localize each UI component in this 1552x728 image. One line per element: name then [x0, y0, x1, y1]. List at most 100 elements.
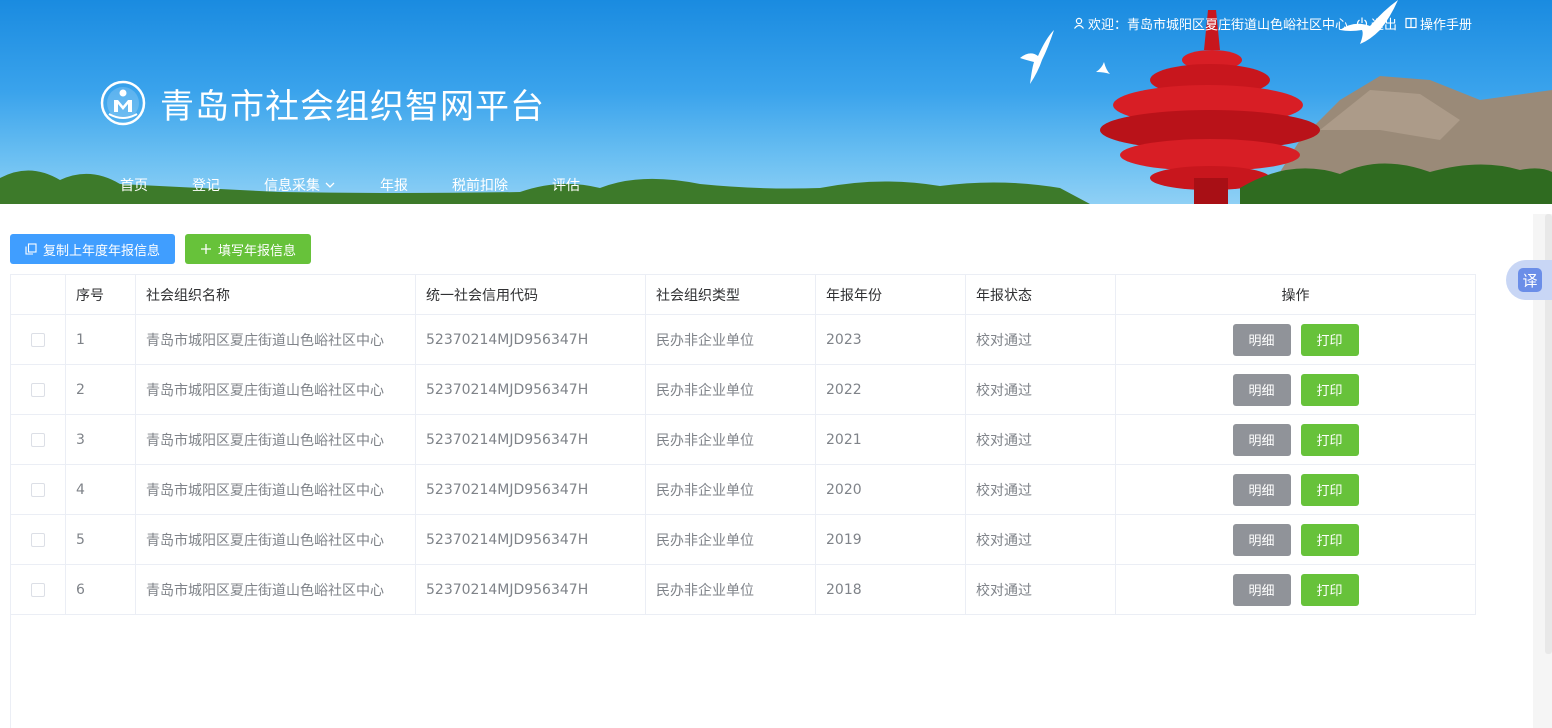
print-button[interactable]: 打印	[1300, 473, 1359, 506]
index-cell: 4	[65, 464, 136, 515]
table-row: 2 青岛市城阳区夏庄街道山色峪社区中心 52370214MJD956347H 民…	[10, 364, 1476, 415]
org-name-cell: 青岛市城阳区夏庄街道山色峪社区中心	[135, 364, 416, 415]
copy-last-year-button[interactable]: 复制上年度年报信息	[10, 234, 176, 264]
actions-cell: 明细 打印	[1115, 464, 1476, 515]
nav-item-register[interactable]: 登记	[180, 175, 232, 195]
actions-cell: 明细 打印	[1115, 314, 1476, 365]
checkbox-cell	[10, 514, 66, 565]
seagull-decoration	[1020, 30, 1054, 84]
index-cell: 5	[65, 514, 136, 565]
row-checkbox[interactable]	[31, 482, 45, 497]
checkbox-cell	[10, 564, 66, 615]
row-checkbox[interactable]	[31, 332, 45, 347]
nav-item-home[interactable]: 首页	[108, 175, 160, 195]
column-header: 社会组织名称	[135, 274, 416, 315]
table-row: 5 青岛市城阳区夏庄街道山色峪社区中心 52370214MJD956347H 民…	[10, 514, 1476, 565]
org-type-cell: 民办非企业单位	[645, 564, 816, 615]
report-year-cell: 2020	[815, 464, 966, 515]
logout-link[interactable]: 退出	[1356, 14, 1397, 33]
main-nav: 首页 登记 信息采集 年报 税前扣除 评估	[0, 166, 1552, 204]
panel-border	[10, 614, 11, 728]
report-status-cell: 校对通过	[965, 364, 1116, 415]
chevron-down-icon	[325, 182, 335, 188]
report-year-cell: 2022	[815, 364, 966, 415]
print-button[interactable]: 打印	[1300, 523, 1359, 556]
checkbox-cell	[10, 364, 66, 415]
user-icon	[1073, 17, 1084, 29]
translate-widget[interactable]: 译	[1506, 260, 1552, 300]
column-header: 序号	[65, 274, 136, 315]
nav-item-info-collect[interactable]: 信息采集	[252, 175, 348, 195]
org-type-cell: 民办非企业单位	[645, 464, 816, 515]
print-button[interactable]: 打印	[1300, 573, 1359, 606]
welcome-item: 欢迎：青岛市城阳区夏庄街道山色峪社区中心	[1073, 14, 1348, 33]
report-status-cell: 校对通过	[965, 514, 1116, 565]
nav-label: 登记	[192, 178, 220, 194]
print-button[interactable]: 打印	[1300, 323, 1359, 356]
copy-icon	[25, 243, 37, 255]
copy-label: 复制上年度年报信息	[43, 243, 161, 259]
column-header: 操作	[1115, 274, 1476, 315]
credit-code-cell: 52370214MJD956347H	[415, 314, 646, 365]
credit-code-cell: 52370214MJD956347H	[415, 464, 646, 515]
report-year-cell: 2019	[815, 514, 966, 565]
index-cell: 6	[65, 564, 136, 615]
org-name-cell: 青岛市城阳区夏庄街道山色峪社区中心	[135, 414, 416, 465]
brand: 青岛市社会组织智网平台	[100, 78, 545, 128]
org-type-cell: 民办非企业单位	[645, 414, 816, 465]
report-status-cell: 校对通过	[965, 314, 1116, 365]
detail-button[interactable]: 明细	[1232, 373, 1291, 406]
credit-code-cell: 52370214MJD956347H	[415, 564, 646, 615]
nav-item-tax-deduction[interactable]: 税前扣除	[440, 175, 520, 195]
checkbox-cell	[10, 464, 66, 515]
page-header: 欢迎：青岛市城阳区夏庄街道山色峪社区中心 退出 操作手册 青岛市社会组织智网平台…	[0, 0, 1552, 204]
user-bar: 欢迎：青岛市城阳区夏庄街道山色峪社区中心 退出 操作手册	[1073, 14, 1472, 33]
toolbar: 复制上年度年报信息 填写年报信息	[10, 234, 312, 264]
actions-cell: 明细 打印	[1115, 514, 1476, 565]
org-name-cell: 青岛市城阳区夏庄街道山色峪社区中心	[135, 314, 416, 365]
header-checkbox-cell	[10, 274, 66, 315]
print-button[interactable]: 打印	[1300, 373, 1359, 406]
detail-button[interactable]: 明细	[1232, 423, 1291, 456]
index-cell: 1	[65, 314, 136, 365]
detail-button[interactable]: 明细	[1232, 523, 1291, 556]
nav-label: 年报	[380, 178, 408, 194]
org-name-cell: 青岛市城阳区夏庄街道山色峪社区中心	[135, 564, 416, 615]
row-checkbox[interactable]	[31, 432, 45, 447]
print-button[interactable]: 打印	[1300, 423, 1359, 456]
nav-label: 信息采集	[264, 178, 320, 194]
report-status-cell: 校对通过	[965, 564, 1116, 615]
table-row: 1 青岛市城阳区夏庄街道山色峪社区中心 52370214MJD956347H 民…	[10, 314, 1476, 365]
credit-code-cell: 52370214MJD956347H	[415, 514, 646, 565]
report-status-cell: 校对通过	[965, 464, 1116, 515]
org-type-cell: 民办非企业单位	[645, 364, 816, 415]
fill-report-button[interactable]: 填写年报信息	[185, 234, 312, 264]
checkbox-cell	[10, 314, 66, 365]
detail-button[interactable]: 明细	[1232, 573, 1291, 606]
actions-cell: 明细 打印	[1115, 414, 1476, 465]
manual-label: 操作手册	[1419, 17, 1472, 33]
column-header: 年报年份	[815, 274, 966, 315]
table-row: 3 青岛市城阳区夏庄街道山色峪社区中心 52370214MJD956347H 民…	[10, 414, 1476, 465]
report-year-cell: 2018	[815, 564, 966, 615]
logout-label: 退出	[1370, 17, 1397, 33]
detail-button[interactable]: 明细	[1232, 323, 1291, 356]
logo-icon	[100, 80, 146, 126]
index-cell: 2	[65, 364, 136, 415]
report-table: 序号 社会组织名称 统一社会信用代码 社会组织类型 年报年份 年报状态 操作 1…	[10, 274, 1476, 615]
row-checkbox[interactable]	[31, 582, 45, 597]
table-header-row: 序号 社会组织名称 统一社会信用代码 社会组织类型 年报年份 年报状态 操作	[10, 274, 1476, 315]
org-type-cell: 民办非企业单位	[645, 314, 816, 365]
nav-item-evaluation[interactable]: 评估	[540, 175, 592, 195]
credit-code-cell: 52370214MJD956347H	[415, 414, 646, 465]
seagull-decoration	[1096, 62, 1110, 74]
row-checkbox[interactable]	[31, 532, 45, 547]
row-checkbox[interactable]	[31, 382, 45, 397]
checkbox-cell	[10, 414, 66, 465]
detail-button[interactable]: 明细	[1232, 473, 1291, 506]
manual-link[interactable]: 操作手册	[1405, 14, 1472, 33]
nav-label: 评估	[552, 178, 580, 194]
nav-item-annual-report[interactable]: 年报	[368, 175, 420, 195]
actions-cell: 明细 打印	[1115, 564, 1476, 615]
org-type-cell: 民办非企业单位	[645, 514, 816, 565]
